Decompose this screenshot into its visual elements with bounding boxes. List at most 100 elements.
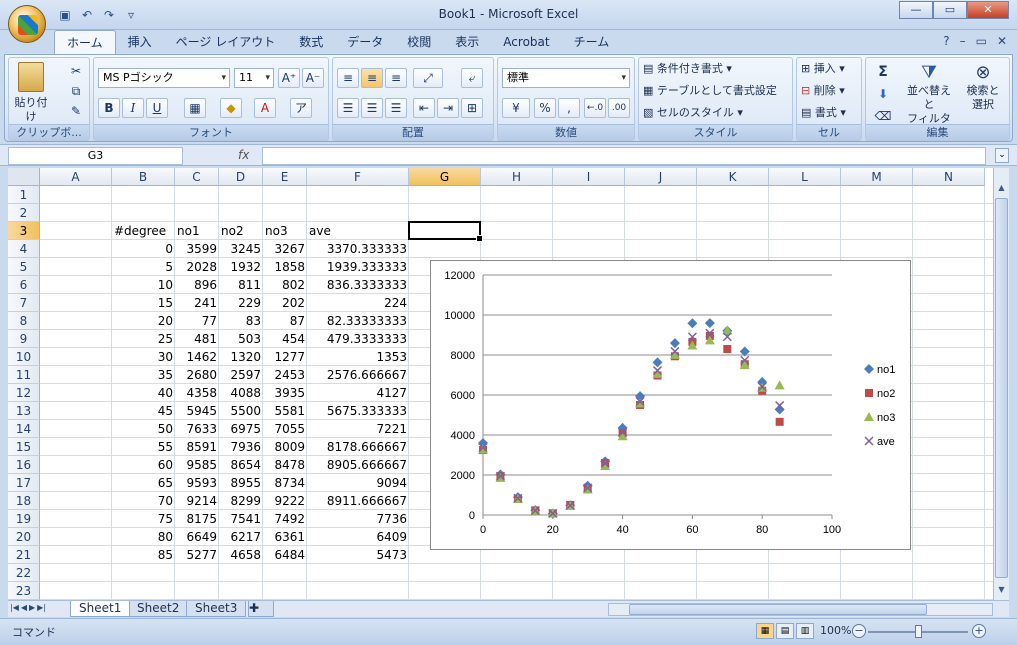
cell-d9[interactable]: 503 — [219, 330, 263, 348]
column-header-a[interactable]: A — [40, 168, 112, 186]
cell-d15[interactable]: 7936 — [219, 438, 263, 456]
row-header-4[interactable]: 4 — [8, 240, 40, 258]
ribbon-tab-2[interactable]: ページ レイアウト — [164, 30, 288, 54]
cell-f21[interactable]: 5473 — [307, 546, 409, 564]
cell-f3[interactable]: ave — [307, 222, 409, 240]
cell-e17[interactable]: 8734 — [263, 474, 307, 492]
cell-f5[interactable]: 1939.333333 — [307, 258, 409, 276]
cell-d3[interactable]: no2 — [219, 222, 263, 240]
row-header-18[interactable]: 18 — [8, 492, 40, 510]
cell-c15[interactable]: 8591 — [175, 438, 219, 456]
first-sheet-icon[interactable]: |◀ — [10, 603, 19, 612]
cell-f19[interactable]: 7736 — [307, 510, 409, 528]
cell-d20[interactable]: 6217 — [219, 528, 263, 546]
ribbon-tab-1[interactable]: 挿入 — [116, 30, 164, 54]
cell-c18[interactable]: 9214 — [175, 492, 219, 510]
cell-c4[interactable]: 3599 — [175, 240, 219, 258]
cell-b3[interactable]: #degree — [112, 222, 175, 240]
cell-e13[interactable]: 5581 — [263, 402, 307, 420]
row-header-16[interactable]: 16 — [8, 456, 40, 474]
next-sheet-icon[interactable]: ▶ — [29, 603, 35, 612]
column-header-n[interactable]: N — [913, 168, 985, 186]
normal-view-icon[interactable]: ▦ — [756, 623, 774, 639]
format-as-table-button[interactable]: ▦ テーブルとして書式設定 — [643, 84, 791, 98]
cell-f18[interactable]: 8911.666667 — [307, 492, 409, 510]
cell-b12[interactable]: 40 — [112, 384, 175, 402]
cell-c13[interactable]: 5945 — [175, 402, 219, 420]
autosum-icon[interactable]: Σ — [872, 62, 894, 82]
cell-c19[interactable]: 8175 — [175, 510, 219, 528]
column-header-k[interactable]: K — [697, 168, 769, 186]
format-button[interactable]: ▤ 書式 ▾ — [801, 106, 861, 120]
cell-e5[interactable]: 1858 — [263, 258, 307, 276]
cell-b7[interactable]: 15 — [112, 294, 175, 312]
cell-c8[interactable]: 77 — [175, 312, 219, 330]
cell-b8[interactable]: 20 — [112, 312, 175, 330]
increase-font-icon[interactable]: A⁺ — [278, 68, 300, 88]
cell-d12[interactable]: 4088 — [219, 384, 263, 402]
cell-e16[interactable]: 8478 — [263, 456, 307, 474]
phonetic-icon[interactable]: ア — [290, 98, 312, 118]
number-format-combo[interactable]: 標準 — [502, 68, 630, 88]
cell-d8[interactable]: 83 — [219, 312, 263, 330]
cell-b6[interactable]: 10 — [112, 276, 175, 294]
active-cell-g3[interactable] — [408, 221, 483, 242]
cell-e19[interactable]: 7492 — [263, 510, 307, 528]
column-header-g[interactable]: G — [409, 168, 481, 186]
delete-button[interactable]: ⊟ 削除 ▾ — [801, 84, 861, 98]
cell-d14[interactable]: 6975 — [219, 420, 263, 438]
cell-f20[interactable]: 6409 — [307, 528, 409, 546]
align-bottom-icon[interactable]: ≡ — [385, 68, 407, 88]
cell-b4[interactable]: 0 — [112, 240, 175, 258]
column-header-h[interactable]: H — [481, 168, 553, 186]
column-header-m[interactable]: M — [841, 168, 913, 186]
fill-color-icon[interactable]: ◆ — [220, 98, 242, 118]
zoom-slider-thumb[interactable] — [915, 625, 922, 638]
scroll-down-icon[interactable]: ▼ — [995, 584, 1008, 596]
ribbon-tab-3[interactable]: 数式 — [287, 30, 335, 54]
insert-button[interactable]: ⊞ 挿入 ▾ — [801, 62, 861, 76]
workbook-minimize-icon[interactable]: – — [960, 34, 966, 48]
row-header-10[interactable]: 10 — [8, 348, 40, 366]
sort-filter-button[interactable]: ⧩ 並べ替えと フィルタ — [902, 62, 956, 126]
column-header-e[interactable]: E — [263, 168, 307, 186]
cell-b17[interactable]: 65 — [112, 474, 175, 492]
cell-f17[interactable]: 9094 — [307, 474, 409, 492]
cell-b5[interactable]: 5 — [112, 258, 175, 276]
row-header-17[interactable]: 17 — [8, 474, 40, 492]
cell-e6[interactable]: 802 — [263, 276, 307, 294]
cell-e10[interactable]: 1277 — [263, 348, 307, 366]
cell-c16[interactable]: 9585 — [175, 456, 219, 474]
row-header-14[interactable]: 14 — [8, 420, 40, 438]
zoom-in-icon[interactable]: + — [972, 624, 986, 638]
cell-e20[interactable]: 6361 — [263, 528, 307, 546]
ribbon-tab-7[interactable]: Acrobat — [491, 30, 561, 54]
sheet-tab-sheet2[interactable]: Sheet2 — [128, 601, 189, 617]
clear-icon[interactable]: ⌫ — [872, 106, 894, 126]
cell-e12[interactable]: 3935 — [263, 384, 307, 402]
scroll-up-icon[interactable]: ▲ — [995, 182, 1008, 194]
row-header-22[interactable]: 22 — [8, 564, 40, 582]
cut-icon[interactable]: ✂ — [65, 61, 87, 81]
office-button[interactable] — [8, 5, 46, 43]
paste-button[interactable]: 貼り付け — [13, 62, 49, 123]
column-header-j[interactable]: J — [625, 168, 697, 186]
cell-f10[interactable]: 1353 — [307, 348, 409, 366]
wrap-text-icon[interactable]: ⤶ — [461, 68, 483, 88]
cell-f7[interactable]: 224 — [307, 294, 409, 312]
align-right-icon[interactable]: ☰ — [385, 98, 407, 118]
percent-icon[interactable]: % — [534, 98, 556, 118]
help-icon[interactable]: ? — [943, 34, 949, 48]
row-header-7[interactable]: 7 — [8, 294, 40, 312]
cell-f4[interactable]: 3370.333333 — [307, 240, 409, 258]
cell-b18[interactable]: 70 — [112, 492, 175, 510]
cell-e11[interactable]: 2453 — [263, 366, 307, 384]
row-header-6[interactable]: 6 — [8, 276, 40, 294]
column-header-b[interactable]: B — [112, 168, 175, 186]
select-all-corner[interactable] — [8, 168, 40, 186]
cell-f14[interactable]: 7221 — [307, 420, 409, 438]
zoom-level[interactable]: 100% — [820, 624, 851, 637]
cell-e3[interactable]: no3 — [263, 222, 307, 240]
cell-c10[interactable]: 1462 — [175, 348, 219, 366]
cell-e18[interactable]: 9222 — [263, 492, 307, 510]
